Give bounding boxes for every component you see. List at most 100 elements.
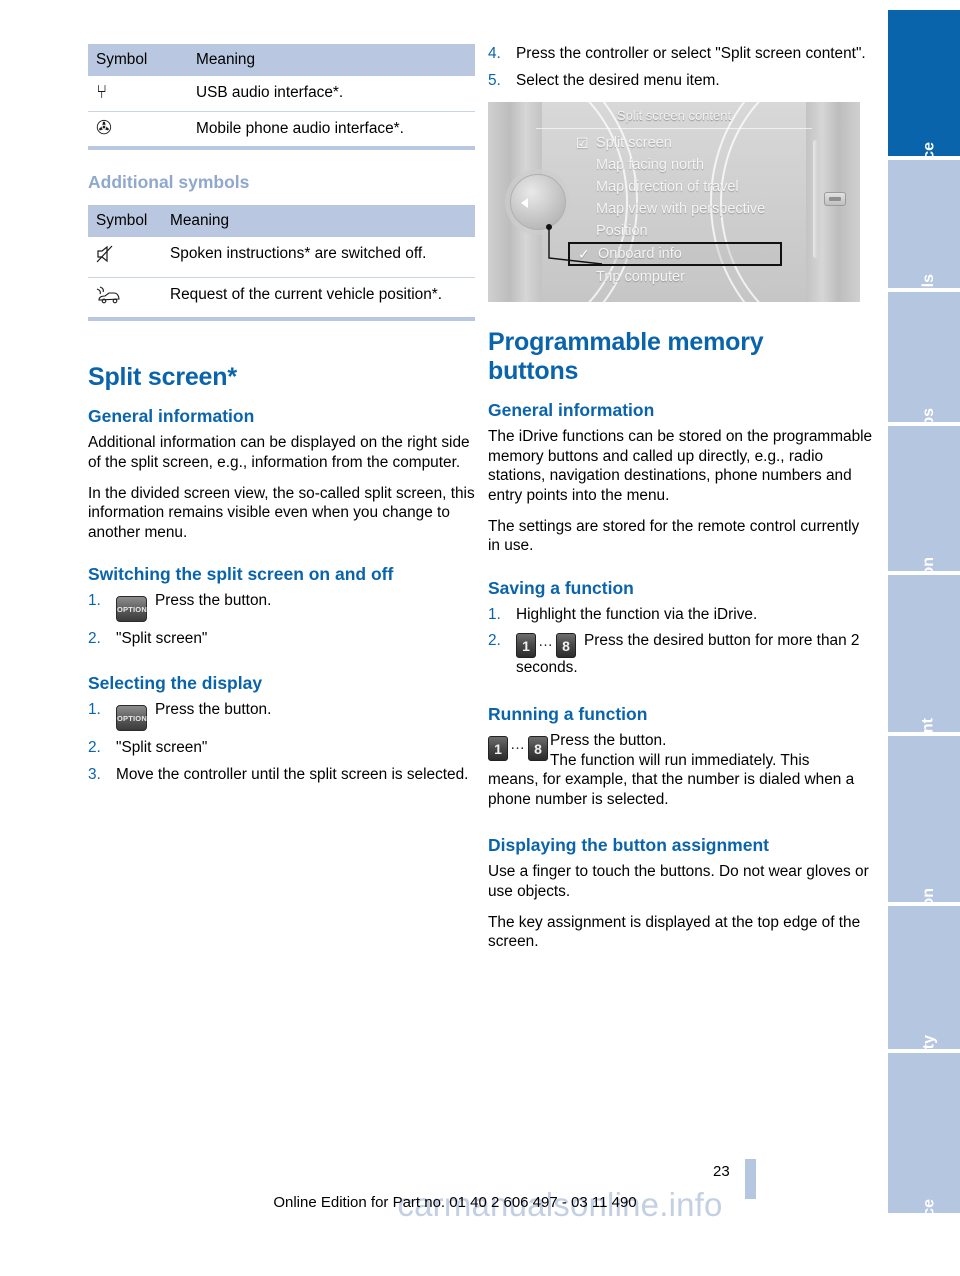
step-number: 2. (488, 632, 501, 650)
section-tab-rail: At a glance Controls Driving tips Naviga… (888, 0, 960, 1276)
idrive-menu-item-split-screen[interactable]: ☑ Split screen (576, 132, 820, 154)
idrive-controller-knob[interactable] (510, 174, 566, 231)
list-item: 2. "Split screen" (88, 738, 475, 758)
option-button-icon[interactable]: OPTION (116, 704, 147, 731)
mobile-phone-audio-icon: ✇ (88, 111, 188, 146)
usb-icon: ⑂ (88, 76, 188, 112)
memory-button-8-icon[interactable]: 8 (556, 633, 576, 659)
step-text: Move the controller until the split scre… (116, 765, 469, 783)
footer-note: Online Edition for Part no. 01 40 2 606 … (0, 1194, 960, 1211)
table-row: ✇ Mobile phone audio interface*. (88, 111, 475, 146)
sidebar-item-at-a-glance[interactable]: At a glance (888, 10, 960, 227)
vehicle-position-icon (88, 277, 162, 317)
running-line-1: Press the button. (550, 731, 667, 749)
page-number-value: 23 (713, 1163, 730, 1180)
col-header-symbol: Symbol (88, 44, 188, 76)
table-cell-meaning: USB audio interface*. (188, 76, 475, 112)
step-number: 1. (488, 605, 501, 623)
idrive-menu-list: ☑ Split screen Map facing north Map dire… (568, 132, 820, 288)
idrive-menu-item-label: Map direction of travel (596, 179, 739, 196)
symbol-table-additional: Symbol Meaning Spoken instructions* are … (88, 205, 475, 317)
idrive-menu-item-label: Trip computer (596, 269, 685, 286)
footer-note-text: Online Edition for Part no. 01 40 2 606 … (273, 1194, 637, 1211)
table-row: ⑂ USB audio interface*. (88, 76, 475, 112)
left-column: Symbol Meaning ⑂ USB audio interface*. ✇… (88, 44, 475, 791)
title-line-2: buttons (488, 357, 579, 386)
heading-switching-split-screen: Switching the split screen on and off (88, 564, 394, 585)
step-text: "Split screen" (116, 630, 208, 648)
step-number: 4. (488, 45, 501, 62)
sidebar-item-navigation[interactable]: Navigation (888, 426, 960, 639)
heading-running-a-function: Running a function (488, 703, 648, 724)
step-number: 1. (88, 592, 101, 610)
idrive-menu-item-label: Map facing north (596, 157, 705, 174)
heading-general-information: General information (88, 406, 255, 427)
idrive-side-button[interactable] (824, 192, 846, 207)
usb-icon-glyph: ⑂ (96, 82, 108, 103)
memory-buttons-range-icon: 1… 8 (516, 631, 576, 659)
col-header-meaning: Meaning (188, 44, 475, 76)
vehicle-position-icon-svg (96, 286, 120, 304)
step-number: 2. (88, 630, 101, 648)
sidebar-item-communication[interactable]: Communication (888, 736, 960, 1009)
list-item: 2. 1… 8 Press the desired button for more … (488, 631, 875, 678)
step-text: "Split screen" (116, 738, 208, 756)
memory-button-1-icon[interactable]: 1 (488, 735, 508, 761)
running-a-function-block: 1… 8 Press the button. The function will … (488, 731, 875, 809)
idrive-menu-item-map-view-with-perspective[interactable]: Map view with perspective (576, 198, 820, 220)
paragraph: The settings are stored for the remote c… (488, 517, 860, 555)
paragraph: Additional information can be displayed … (88, 434, 470, 471)
running-line-2: The function will run immediately. This (550, 751, 810, 769)
sidebar-item-reference[interactable]: Reference (888, 1053, 960, 1276)
heading-saving-a-function: Saving a function (488, 577, 634, 598)
paragraph: The iDrive functions can be stored on th… (488, 428, 873, 504)
right-column: 4. Press the controller or select "Split… (488, 44, 875, 963)
table-row: Request of the current vehicle position*… (88, 277, 475, 317)
idrive-menu-item-trip-computer[interactable]: Trip computer (576, 266, 820, 288)
step-list-switching: 1. OPTION Press the button. 2. "Split scr… (88, 591, 475, 649)
idrive-menu-item-position[interactable]: Position (576, 220, 820, 242)
muted-speaker-icon (88, 237, 162, 278)
step-label: Press the button. (155, 592, 272, 610)
list-item: 2. "Split screen" (88, 629, 475, 649)
sidebar-item-controls[interactable]: Controls (888, 160, 960, 340)
table-cell-meaning: Spoken instructions* are switched off. (162, 237, 475, 278)
table-row: Spoken instructions* are switched off. (88, 237, 475, 278)
page-title-memory-buttons: Programmable memory buttons (488, 328, 875, 386)
paragraph: Use a finger to touch the buttons. Do no… (488, 863, 869, 900)
sidebar-item-mobility[interactable]: Mobility (888, 906, 960, 1095)
callout-leader-line (546, 224, 603, 265)
idrive-menu-item-map-direction-of-travel[interactable]: Map direction of travel (576, 176, 820, 198)
sidebar-item-driving-tips[interactable]: Driving tips (888, 292, 960, 496)
option-button-icon[interactable]: OPTION (116, 596, 147, 623)
muted-speaker-icon-svg (96, 245, 113, 263)
list-item: 5. Select the desired menu item. (488, 71, 875, 91)
heading-general-information-memory: General information (488, 400, 655, 421)
title-line-1: Programmable memory (488, 328, 764, 357)
col-header-symbol: Symbol (88, 205, 162, 238)
sidebar-item-entertainment[interactable]: Entertainment (888, 575, 960, 826)
table-cell-meaning: Mobile phone audio interface*. (196, 119, 404, 137)
page-title-split-screen: Split screen* (88, 363, 237, 392)
memory-button-1-icon[interactable]: 1 (516, 633, 536, 659)
idrive-menu-item-label: Split screen (596, 135, 672, 152)
paragraph: In the divided screen view, the so-calle… (88, 484, 475, 541)
table-header-row: Symbol Meaning (88, 205, 475, 238)
idrive-menu-item-label: Map view with perspective (596, 201, 766, 218)
checkbox-checked-icon: ☑ (576, 135, 589, 152)
list-item: 1. Highlight the function via the iDrive… (488, 605, 875, 625)
step-text: Press the controller or select "Split sc… (516, 45, 866, 62)
step-text: 1… 8 Press the desired button for more tha… (516, 631, 875, 678)
step-number: 3. (88, 765, 101, 783)
step-number: 1. (88, 700, 101, 718)
idrive-menu-item-map-facing-north[interactable]: Map facing north (576, 154, 820, 176)
idrive-title-rule (536, 128, 812, 130)
idrive-screen-title: Split screen content (616, 108, 732, 124)
step-text: Select the desired menu item. (516, 71, 720, 89)
ellipsis-icon: … (510, 735, 526, 753)
table-header-row: Symbol Meaning (88, 44, 475, 76)
heading-additional-symbols: Additional symbols (88, 172, 250, 193)
idrive-screen-figure: Split screen content ☑ Split screen Map … (488, 102, 860, 303)
memory-button-8-icon[interactable]: 8 (528, 735, 548, 761)
mobile-phone-audio-icon-glyph: ✇ (96, 117, 112, 139)
